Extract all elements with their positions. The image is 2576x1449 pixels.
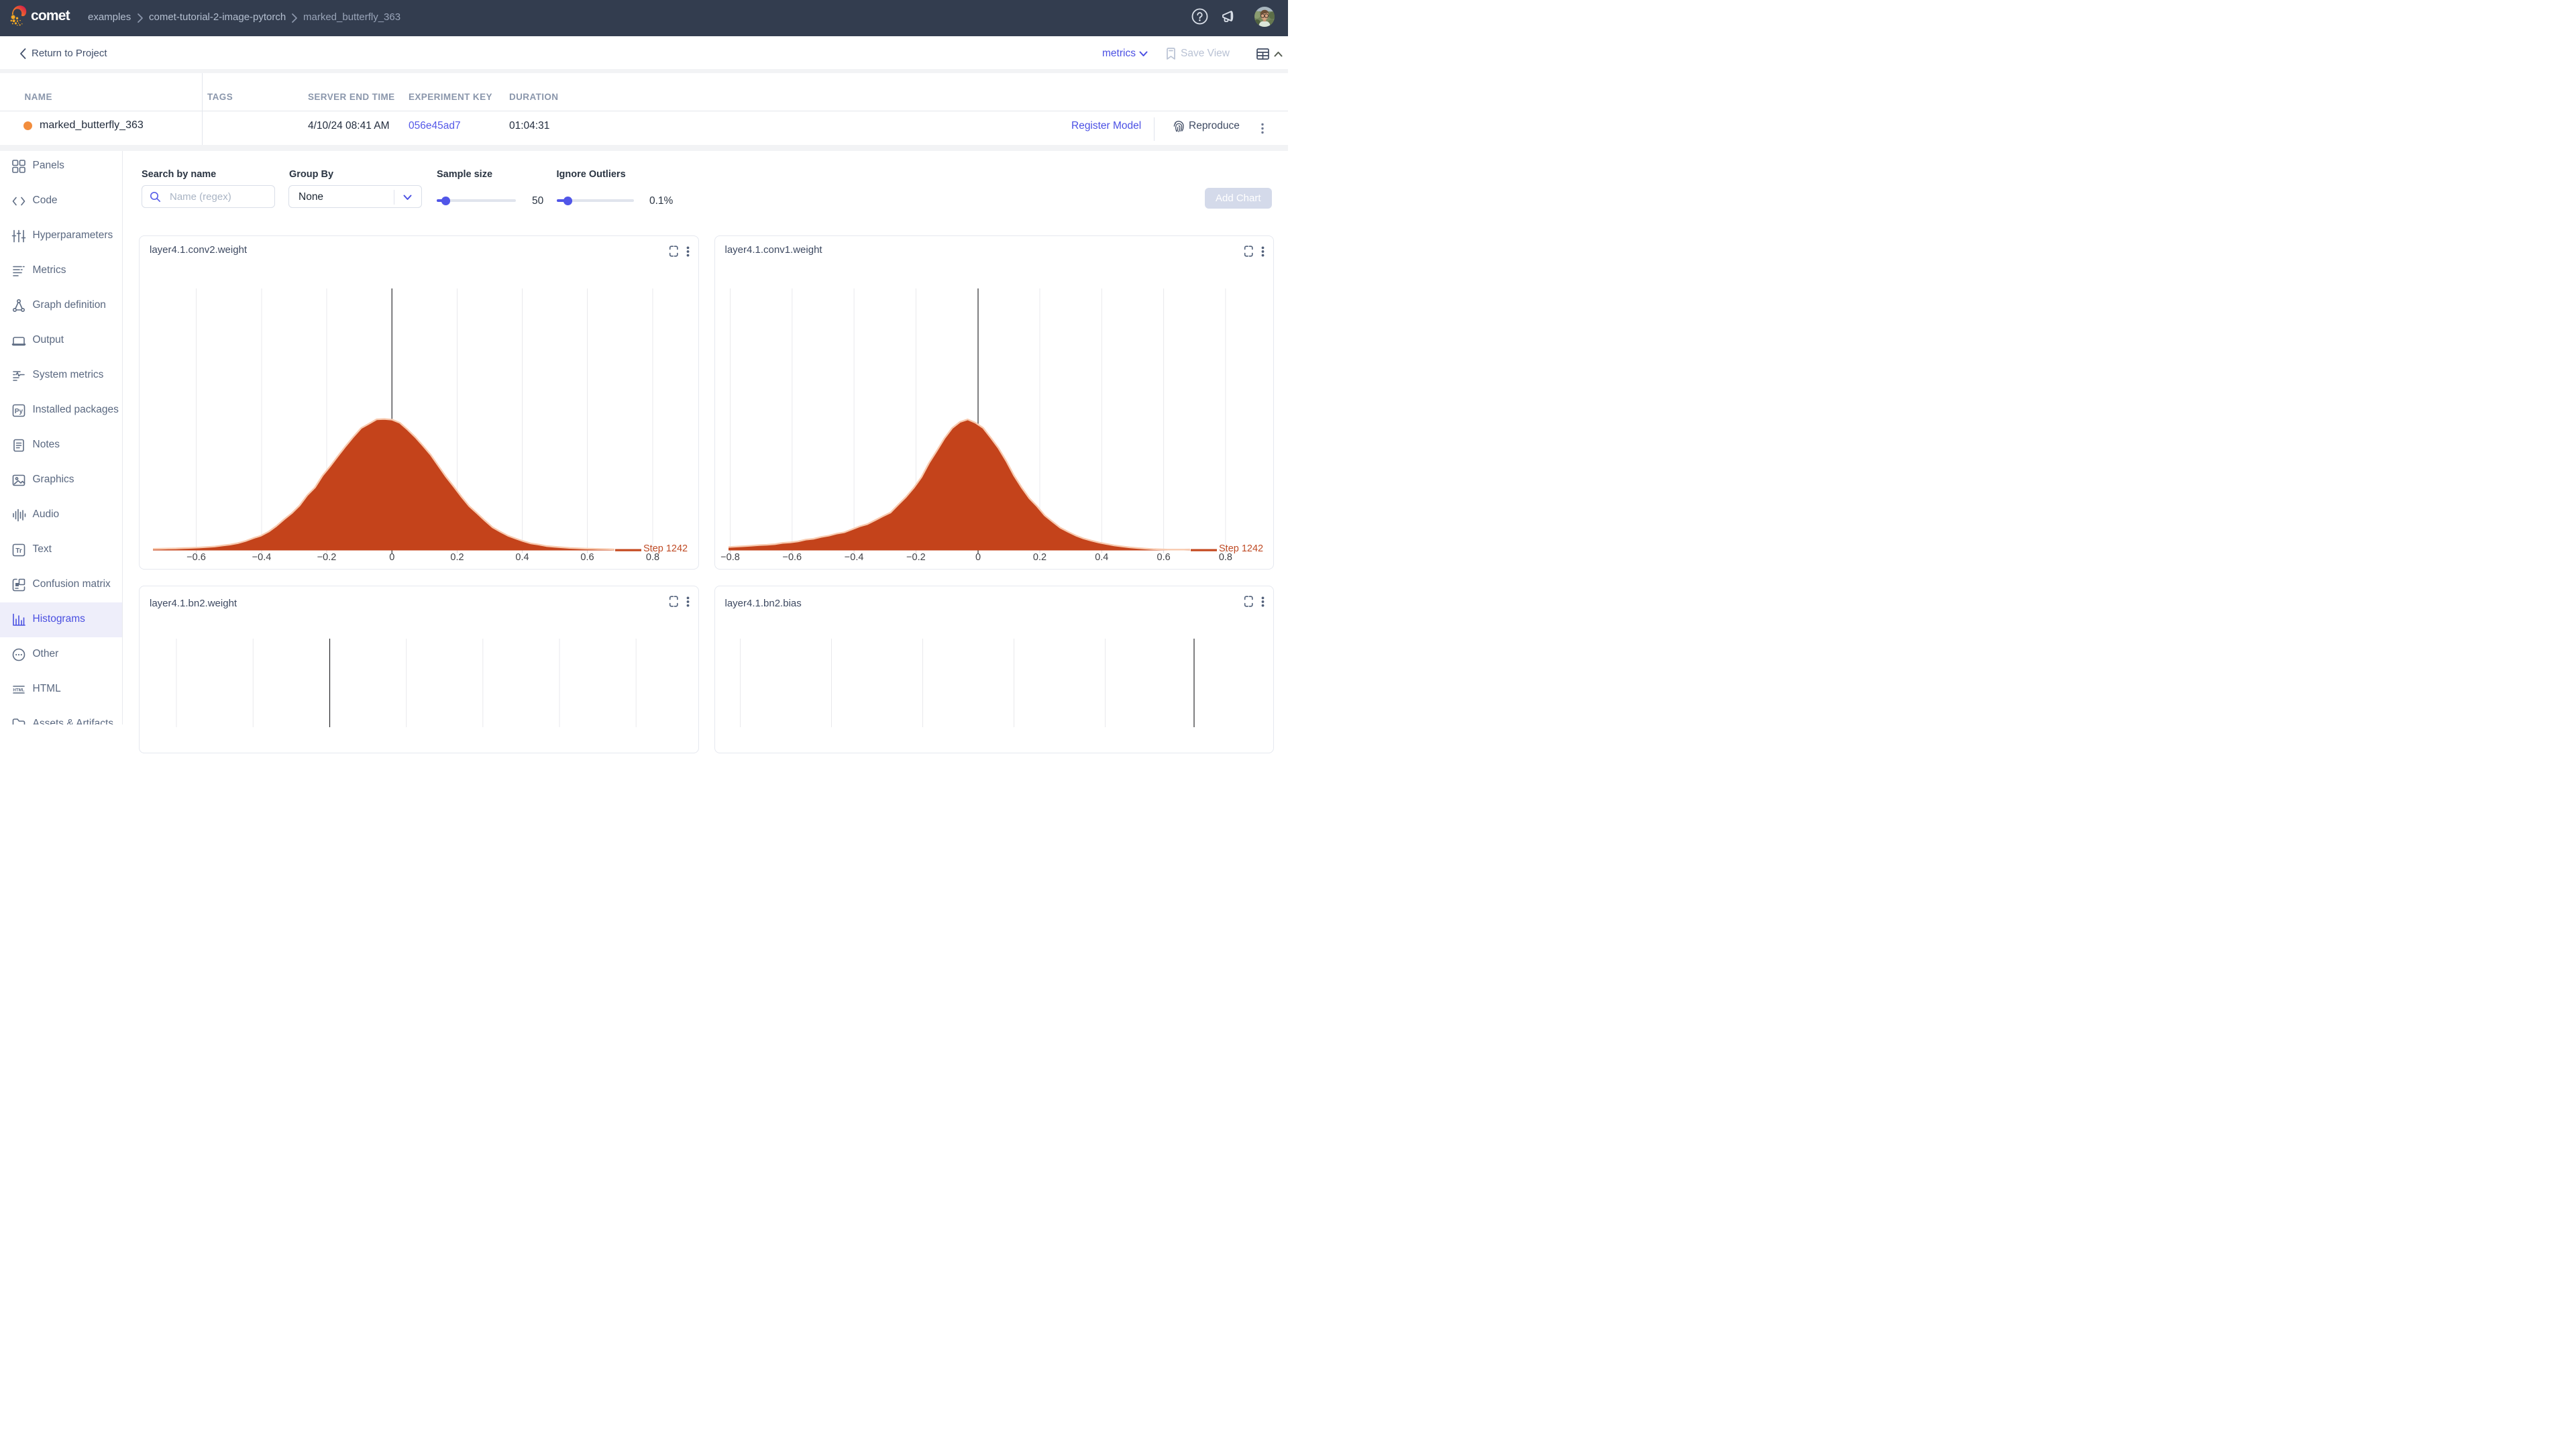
svg-text:0.6: 0.6 [580,552,594,563]
svg-text:0.4: 0.4 [1095,552,1108,563]
svg-text:−0.4: −0.4 [844,552,863,563]
svg-text:0: 0 [389,552,394,563]
svg-text:−0.2: −0.2 [317,552,337,563]
svg-text:0.2: 0.2 [1032,552,1046,563]
svg-text:−0.4: −0.4 [252,552,272,563]
svg-text:Tr: Tr [15,547,22,555]
svg-text:0: 0 [975,552,980,563]
svg-text:Py: Py [15,408,23,415]
svg-text:0.6: 0.6 [1157,552,1170,563]
svg-text:−0.6: −0.6 [186,552,206,563]
svg-text:HTML: HTML [13,688,24,693]
svg-text:0.4: 0.4 [515,552,529,563]
svg-text:−0.8: −0.8 [720,552,740,563]
svg-text:0.8: 0.8 [646,552,659,563]
svg-text:0.8: 0.8 [1218,552,1232,563]
svg-text:−0.6: −0.6 [782,552,802,563]
svg-text:0.2: 0.2 [450,552,464,563]
svg-text:−0.2: −0.2 [906,552,926,563]
